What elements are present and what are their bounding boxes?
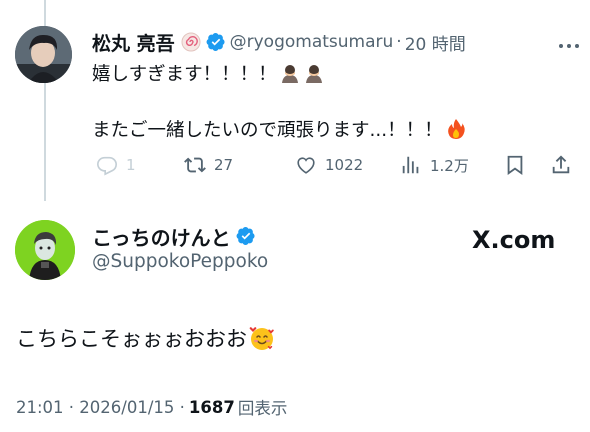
reply-text: こちらこそぉぉぉおおお (16, 322, 275, 354)
tweet-header: 松丸 亮吾 @ryogomatsumaru · 20 時間 (92, 29, 466, 55)
more-options-icon[interactable] (557, 36, 581, 48)
tweet-text-line-1: 嬉しすぎます！！！！ (92, 58, 325, 88)
swirl-badge-icon (181, 32, 201, 52)
smiling-face-with-hearts-icon (249, 325, 275, 351)
bookmark-icon (507, 155, 523, 176)
views-button[interactable]: 1.2万 (400, 150, 469, 180)
reply-views-count: 1687 (188, 397, 235, 417)
bowing-person-icon (303, 62, 325, 84)
tweet-text: 嬉しすぎます！！！！ (92, 64, 277, 85)
tweet-text: またご一緒したいので頑張ります...！！！ (92, 120, 443, 141)
reply-count: 1 (126, 156, 136, 174)
reply-timestamp[interactable]: 21:01 · 2026/01/15 · (16, 398, 185, 417)
verified-badge-icon (206, 32, 226, 52)
retweet-icon (184, 157, 206, 173)
avatar-ryogomatsumaru[interactable] (15, 26, 72, 83)
reply-display-name[interactable]: こっちのけんと (92, 222, 231, 251)
separator-dot: · (396, 32, 402, 52)
reply-views-label: 回表示 (237, 399, 288, 418)
display-name[interactable]: 松丸 亮吾 (92, 29, 175, 56)
bowing-person-icon (279, 62, 301, 84)
bookmark-button[interactable] (504, 150, 526, 180)
reply-button[interactable]: 1 (96, 150, 136, 180)
share-icon (552, 155, 570, 174)
tweet-action-bar: 1 27 1022 1.2万 (92, 150, 582, 180)
reply-handle[interactable]: @SuppokoPeppoko (92, 251, 268, 272)
reply-icon (97, 156, 117, 176)
retweet-button[interactable]: 27 (184, 150, 233, 180)
tweet-text-line-2: またご一緒したいので頑張ります...！！！ (92, 114, 467, 144)
handle[interactable]: @ryogomatsumaru (230, 32, 394, 52)
fire-icon (445, 118, 467, 140)
retweet-count: 27 (214, 156, 234, 174)
reply-text-body: こちらこそぉぉぉおおお (16, 327, 247, 351)
share-button[interactable] (550, 150, 572, 180)
avatar-suppokopeppoko[interactable] (15, 220, 75, 280)
verified-badge-icon (236, 226, 256, 246)
like-button[interactable]: 1022 (295, 150, 363, 180)
avatar-illustration (15, 220, 75, 280)
like-count: 1022 (325, 156, 364, 174)
reply-header: こっちのけんと (92, 222, 256, 251)
x-com-watermark: X.com (472, 226, 556, 254)
tweet-time[interactable]: 20 時間 (405, 30, 466, 55)
avatar-photo (15, 26, 72, 83)
tweet-footer: 21:01 · 2026/01/15 · 1687 回表示 (16, 394, 287, 420)
heart-icon (297, 157, 315, 174)
views-count: 1.2万 (430, 156, 469, 175)
analytics-icon (402, 156, 419, 174)
